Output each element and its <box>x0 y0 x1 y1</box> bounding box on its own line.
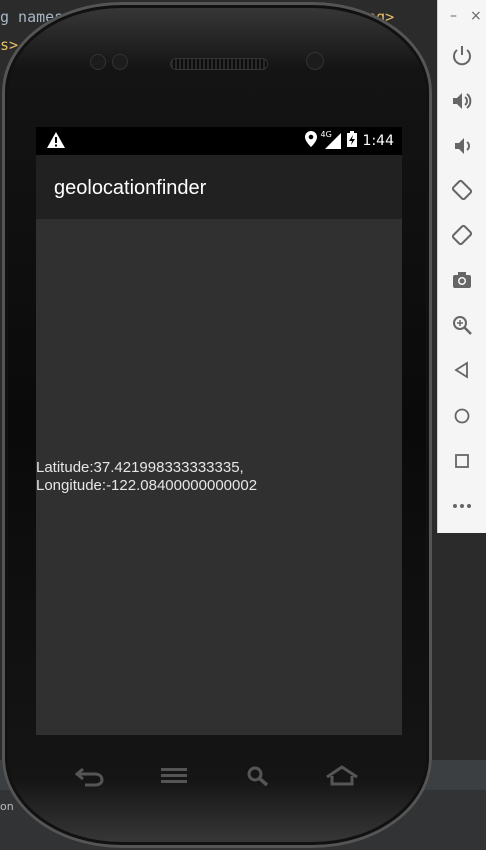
close-button[interactable]: × <box>470 8 482 24</box>
ide-bottom-label: on <box>0 800 14 813</box>
zoom-icon <box>453 316 472 335</box>
volume-up-button[interactable] <box>450 89 474 113</box>
search-icon <box>247 766 269 787</box>
home-circle-icon <box>454 408 470 424</box>
earpiece-speaker <box>170 58 268 70</box>
battery-charging-icon <box>346 131 357 151</box>
overview-icon <box>455 454 469 468</box>
back-key[interactable] <box>70 758 110 794</box>
more-icon <box>453 504 471 508</box>
hardware-nav-bar <box>42 758 398 794</box>
back-icon <box>454 361 468 379</box>
sensor <box>112 54 128 70</box>
home-key[interactable] <box>322 758 362 794</box>
phone-frame: 4G 1:44 geolocationfinder Latitude:37.42… <box>2 2 432 848</box>
main-content: Latitude:37.421998333333335, Longitude:-… <box>36 219 402 735</box>
app-title: geolocationfinder <box>54 177 207 199</box>
rotate-right-icon <box>451 224 473 246</box>
sensor <box>90 54 106 70</box>
signal-icon: 4G <box>320 130 341 149</box>
emulator-toolbar: – × <box>437 0 486 533</box>
toolbar-window-controls: – × <box>438 8 486 28</box>
home-button[interactable] <box>450 404 474 428</box>
app-bar: geolocationfinder <box>36 155 402 219</box>
device-screen: 4G 1:44 geolocationfinder Latitude:37.42… <box>36 127 402 735</box>
back-arrow-icon <box>75 767 104 787</box>
power-button[interactable] <box>450 44 474 68</box>
rotate-right-button[interactable] <box>450 223 474 247</box>
menu-key[interactable] <box>154 758 194 794</box>
power-icon <box>453 46 471 66</box>
rotate-left-button[interactable] <box>450 178 474 202</box>
search-key[interactable] <box>238 758 278 794</box>
overview-button[interactable] <box>450 449 474 473</box>
status-bar: 4G 1:44 <box>36 127 402 155</box>
rotate-left-icon <box>451 179 473 201</box>
back-button[interactable] <box>450 358 474 382</box>
home-icon <box>326 765 358 786</box>
minimize-button[interactable]: – <box>450 8 457 24</box>
longitude-text: Longitude:-122.08400000000002 <box>36 477 258 494</box>
warning-icon <box>46 131 66 153</box>
status-time: 1:44 <box>362 133 394 149</box>
volume-up-icon <box>453 93 472 109</box>
more-button[interactable] <box>450 494 474 518</box>
camera-icon <box>453 272 471 288</box>
screenshot-button[interactable] <box>450 268 474 292</box>
coordinates-text: Latitude:37.421998333333335, Longitude:-… <box>36 459 257 495</box>
zoom-button[interactable] <box>450 313 474 337</box>
menu-icon <box>161 768 187 783</box>
volume-down-button[interactable] <box>450 134 474 158</box>
location-pin-icon <box>304 131 317 151</box>
latitude-text: Latitude:37.421998333333335, <box>36 459 244 476</box>
volume-down-icon <box>455 138 470 154</box>
front-camera <box>306 52 324 70</box>
network-type-label: 4G <box>320 130 332 139</box>
